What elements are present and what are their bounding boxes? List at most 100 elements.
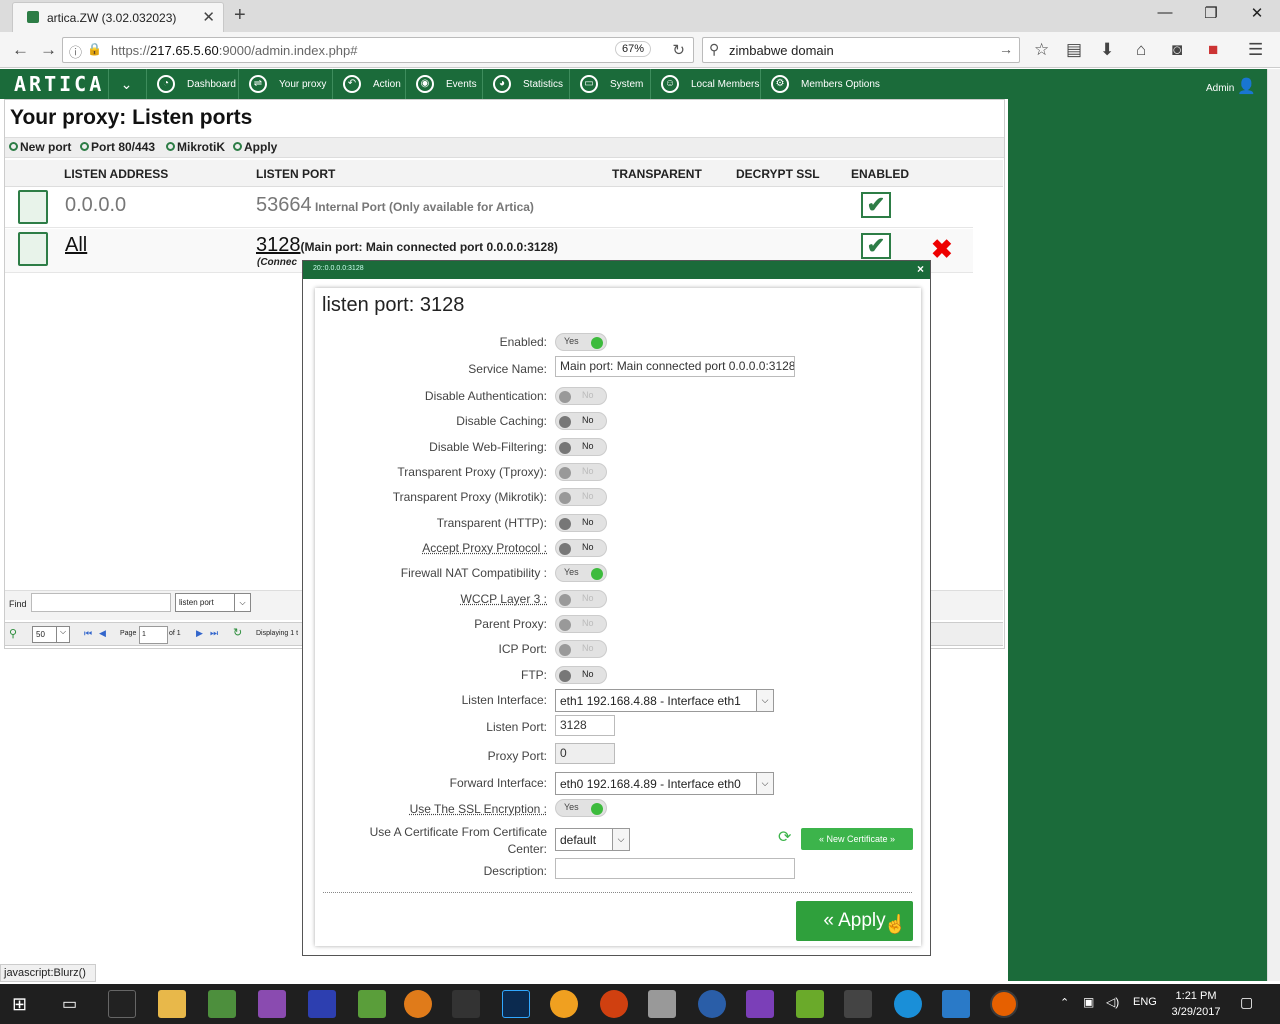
transparent-http-toggle[interactable]: No (555, 514, 607, 532)
proxy-protocol-label[interactable]: Accept Proxy Protocol : (327, 541, 547, 555)
wccp-toggle[interactable]: No (555, 590, 607, 608)
reload-icon[interactable]: ↻ (672, 41, 685, 59)
forward-interface-select[interactable]: eth0 192.168.4.89 - Interface eth0 ⌵ (555, 772, 774, 795)
menu-dashboard[interactable]: ◔ Dashboard (146, 69, 236, 99)
menu-local-members[interactable]: ☺ Local Members (650, 69, 759, 99)
pocket-icon[interactable]: ◙ (1172, 40, 1182, 60)
enabled-toggle[interactable]: Yes (555, 333, 607, 351)
app-icon[interactable] (894, 990, 922, 1018)
info-icon[interactable]: ⓘ (69, 42, 82, 61)
tray-chevron-icon[interactable]: ⌃ (1060, 996, 1069, 1009)
wccp-label[interactable]: WCCP Layer 3 : (327, 592, 547, 606)
ftp-toggle[interactable]: No (555, 666, 607, 684)
mikrotik-toggle[interactable]: No (555, 488, 607, 506)
apply-toolbar-button[interactable]: Apply (233, 140, 277, 154)
minimize-icon[interactable]: — (1150, 4, 1180, 21)
refresh-icon[interactable]: ⟳ (778, 827, 791, 847)
windows-start-icon[interactable]: ⊞ (12, 994, 27, 1015)
close-window-icon[interactable]: ✕ (1242, 4, 1272, 22)
listen-interface-select[interactable]: eth1 192.168.4.88 - Interface eth1 ⌵ (555, 689, 774, 712)
column-header[interactable]: ENABLED (851, 167, 909, 181)
firewall-nat-toggle[interactable]: Yes (555, 564, 607, 582)
terminal-icon[interactable] (108, 990, 136, 1018)
reading-list-icon[interactable]: ▤ (1066, 40, 1082, 60)
browser-tab[interactable]: artica.ZW (3.02.032023) ✕ (12, 2, 224, 32)
admin-user[interactable]: Admin 👤 (1206, 77, 1256, 95)
new-port-button[interactable]: New port (9, 140, 71, 154)
app-icon[interactable] (942, 990, 970, 1018)
search-input[interactable]: zimbabwe domain (729, 43, 834, 58)
menu-your-proxy[interactable]: ⇌ Your proxy (238, 69, 326, 99)
column-header[interactable]: LISTEN ADDRESS (64, 167, 168, 181)
description-input[interactable] (555, 858, 795, 879)
file-explorer-icon[interactable] (158, 990, 186, 1018)
new-certificate-button[interactable]: « New Certificate » (801, 828, 913, 850)
disable-auth-toggle[interactable]: No (555, 387, 607, 405)
dialog-titlebar[interactable]: 20::0.0.0.0:3128 × (303, 261, 930, 279)
url-bar[interactable]: ⓘ 🔒 https://217.65.5.60:9000/admin.index… (62, 37, 694, 63)
find-field-select[interactable]: listen port ⌵ (175, 593, 251, 612)
refresh-icon[interactable]: ↻ (233, 626, 242, 639)
listen-address-link[interactable]: All (65, 234, 87, 257)
next-page-icon[interactable]: ▶ (196, 628, 203, 639)
page-scrollbar[interactable] (1267, 69, 1280, 981)
certificate-select[interactable]: default ⌵ (555, 828, 630, 851)
network-icon[interactable]: ▣ (1083, 995, 1094, 1009)
last-page-icon[interactable]: ⏭ (210, 628, 218, 639)
download-icon[interactable]: ⬇ (1100, 40, 1114, 60)
app-icon[interactable] (308, 990, 336, 1018)
notepad-icon[interactable] (358, 990, 386, 1018)
new-tab-icon[interactable]: + (234, 4, 246, 27)
enabled-check-icon[interactable]: ✔ (861, 192, 891, 218)
page-number-input[interactable]: 1 (139, 626, 168, 644)
forward-icon[interactable]: → (40, 40, 57, 60)
app-icon[interactable] (698, 990, 726, 1018)
enabled-check-icon[interactable]: ✔ (861, 233, 891, 259)
restore-icon[interactable]: ❐ (1196, 4, 1226, 22)
column-header[interactable]: DECRYPT SSL (736, 167, 820, 181)
search-go-icon[interactable]: → (999, 41, 1013, 57)
tproxy-toggle[interactable]: No (555, 463, 607, 481)
proxy-protocol-toggle[interactable]: No (555, 539, 607, 557)
ssl-label[interactable]: Use The SSL Encryption : (327, 802, 547, 816)
icp-port-toggle[interactable]: No (555, 640, 607, 658)
bookmark-star-icon[interactable]: ☆ (1034, 40, 1049, 60)
per-page-select[interactable]: 50 ⌵ (32, 626, 70, 643)
close-tab-icon[interactable]: ✕ (202, 8, 215, 26)
menu-action[interactable]: ↶ Action (332, 69, 401, 99)
menu-members-options[interactable]: ⚙ Members Options (760, 69, 880, 99)
ssl-toggle[interactable]: Yes (555, 799, 607, 817)
home-icon[interactable]: ⌂ (1136, 40, 1146, 60)
winrar-icon[interactable] (258, 990, 286, 1018)
first-page-icon[interactable]: ⏮ (84, 628, 92, 639)
app-icon[interactable] (208, 990, 236, 1018)
notifications-icon[interactable]: ▢ (1240, 994, 1253, 1011)
tools-icon[interactable] (648, 990, 676, 1018)
search-icon[interactable]: ⚲ (9, 627, 17, 640)
chevron-down-icon[interactable]: ⌄ (108, 69, 144, 99)
close-dialog-icon[interactable]: × (917, 262, 924, 276)
menu-statistics[interactable]: ◕ Statistics (482, 69, 563, 99)
taskbar-clock[interactable]: 1:21 PM 3/29/2017 (1168, 988, 1224, 1020)
port-80-443-button[interactable]: Port 80/443 (80, 140, 155, 154)
column-header[interactable]: TRANSPARENT (612, 167, 702, 181)
volume-icon[interactable]: ◁) (1106, 995, 1119, 1009)
proxy-port-input[interactable]: 0 (555, 743, 615, 764)
photoshop-icon[interactable] (502, 990, 530, 1018)
menu-events[interactable]: ◉ Events (405, 69, 477, 99)
search-bar[interactable]: ⚲ zimbabwe domain → (702, 37, 1020, 63)
artica-logo[interactable]: ARTICA (14, 72, 104, 96)
menu-icon[interactable]: ☰ (1248, 40, 1263, 60)
visual-studio-icon[interactable] (746, 990, 774, 1018)
back-icon[interactable]: ← (12, 40, 29, 60)
menu-system[interactable]: ▭ System (569, 69, 643, 99)
find-input[interactable] (31, 593, 171, 612)
task-view-icon[interactable]: ▭ (62, 994, 77, 1014)
extension-icon[interactable]: ■ (1208, 40, 1218, 60)
column-header[interactable]: LISTEN PORT (256, 167, 335, 181)
parent-proxy-toggle[interactable]: No (555, 615, 607, 633)
app-icon[interactable] (796, 990, 824, 1018)
language-indicator[interactable]: ENG (1133, 996, 1157, 1008)
app-icon[interactable] (550, 990, 578, 1018)
delete-icon[interactable]: ✖ (931, 234, 953, 265)
